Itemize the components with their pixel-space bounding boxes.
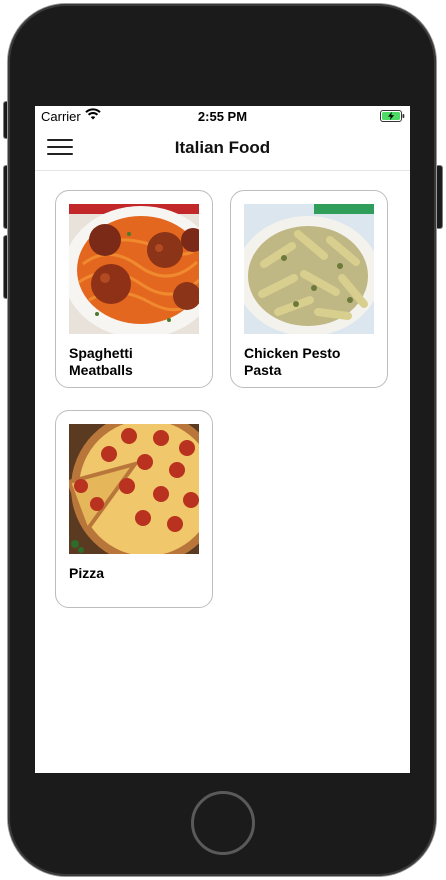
spaghetti-meatballs-photo <box>69 204 199 334</box>
recipe-card-spaghetti-meatballs[interactable]: Spaghetti Meatballs <box>55 190 213 388</box>
home-button[interactable] <box>191 791 255 855</box>
recipe-card-chicken-pesto-pasta[interactable]: Chicken Pesto Pasta <box>230 190 388 388</box>
page-title: Italian Food <box>174 138 271 157</box>
pepperoni-pizza-photo <box>69 424 199 554</box>
app-screen: Carrier 2:55 PM Italian Food Spaghetti M… <box>35 106 410 773</box>
recipe-card-pizza[interactable]: Pizza <box>55 410 213 608</box>
navigation-bar: Italian Food <box>35 126 410 171</box>
recipe-name: Pizza <box>69 565 105 581</box>
status-bar: Carrier 2:55 PM <box>35 106 410 126</box>
power-button <box>436 166 442 228</box>
recipe-name: Spaghetti Meatballs <box>69 345 133 378</box>
status-time: 2:55 PM <box>197 109 248 124</box>
recipe-name: Chicken Pesto Pasta <box>244 345 341 378</box>
phone-device: Carrier 2:55 PM Italian Food Spaghetti M… <box>0 0 446 880</box>
chicken-pesto-pasta-photo <box>244 204 374 334</box>
battery-charging-icon <box>380 110 405 125</box>
